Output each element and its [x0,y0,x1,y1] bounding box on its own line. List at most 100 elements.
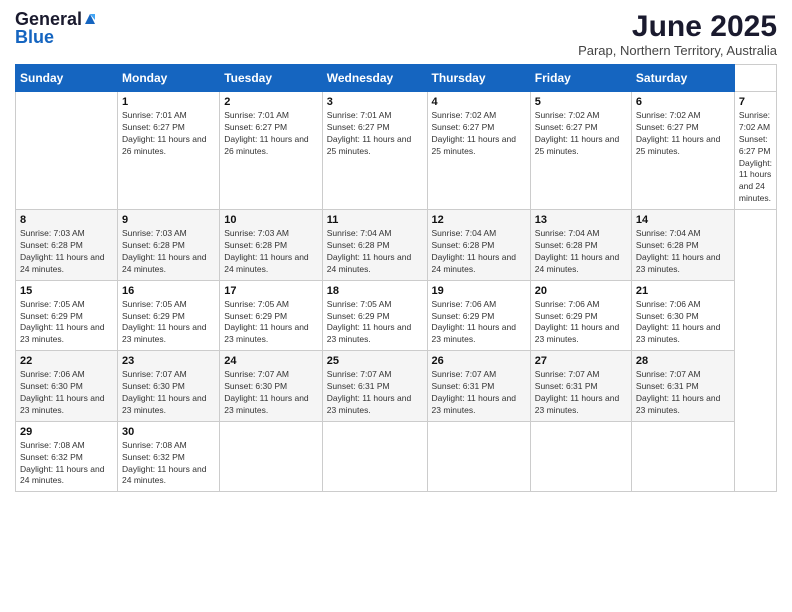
day-info: Sunrise: 7:03 AM Sunset: 6:28 PM Dayligh… [224,228,318,276]
logo: General Blue [15,10,97,46]
sunrise-text: Sunrise: 7:06 AM [432,299,497,309]
sunrise-text: Sunrise: 7:03 AM [20,228,85,238]
daylight-text: Daylight: 11 hours and 24 minutes. [122,464,206,486]
day-info: Sunrise: 7:05 AM Sunset: 6:29 PM Dayligh… [224,299,318,347]
day-number: 10 [224,214,318,226]
calendar-week-row: 22 Sunrise: 7:06 AM Sunset: 6:30 PM Dayl… [16,351,777,422]
sunset-text: Sunset: 6:30 PM [224,381,287,391]
col-sunday: Sunday [16,65,118,92]
table-row: 17 Sunrise: 7:05 AM Sunset: 6:29 PM Dayl… [220,280,323,351]
logo-icon [83,12,97,26]
table-row: 30 Sunrise: 7:08 AM Sunset: 6:32 PM Dayl… [118,421,220,492]
table-row: 11 Sunrise: 7:04 AM Sunset: 6:28 PM Dayl… [322,210,427,281]
day-info: Sunrise: 7:01 AM Sunset: 6:27 PM Dayligh… [122,110,215,158]
sunrise-text: Sunrise: 7:03 AM [122,228,187,238]
sunset-text: Sunset: 6:27 PM [535,122,598,132]
day-info: Sunrise: 7:06 AM Sunset: 6:30 PM Dayligh… [636,299,730,347]
day-info: Sunrise: 7:07 AM Sunset: 6:30 PM Dayligh… [224,369,318,417]
day-info: Sunrise: 7:03 AM Sunset: 6:28 PM Dayligh… [122,228,215,276]
day-info: Sunrise: 7:04 AM Sunset: 6:28 PM Dayligh… [432,228,526,276]
day-number: 17 [224,285,318,297]
table-row: 18 Sunrise: 7:05 AM Sunset: 6:29 PM Dayl… [322,280,427,351]
sunrise-text: Sunrise: 7:07 AM [122,369,187,379]
daylight-text: Daylight: 11 hours and 24 minutes. [20,464,104,486]
title-block: June 2025 Parap, Northern Territory, Aus… [578,10,777,58]
table-row: 25 Sunrise: 7:07 AM Sunset: 6:31 PM Dayl… [322,351,427,422]
sunrise-text: Sunrise: 7:01 AM [122,110,187,120]
day-info: Sunrise: 7:05 AM Sunset: 6:29 PM Dayligh… [20,299,113,347]
daylight-text: Daylight: 11 hours and 24 minutes. [432,252,516,274]
daylight-text: Daylight: 11 hours and 23 minutes. [535,322,619,344]
sunrise-text: Sunrise: 7:02 AM [739,110,770,132]
sunset-text: Sunset: 6:31 PM [327,381,390,391]
col-monday: Monday [118,65,220,92]
sunset-text: Sunset: 6:27 PM [327,122,390,132]
table-row [631,421,734,492]
day-number: 15 [20,285,113,297]
table-row: 19 Sunrise: 7:06 AM Sunset: 6:29 PM Dayl… [427,280,530,351]
sunset-text: Sunset: 6:29 PM [20,311,83,321]
col-tuesday: Tuesday [220,65,323,92]
day-info: Sunrise: 7:01 AM Sunset: 6:27 PM Dayligh… [224,110,318,158]
sunrise-text: Sunrise: 7:05 AM [122,299,187,309]
sunrise-text: Sunrise: 7:06 AM [636,299,701,309]
daylight-text: Daylight: 11 hours and 23 minutes. [432,322,516,344]
sunrise-text: Sunrise: 7:06 AM [20,369,85,379]
day-info: Sunrise: 7:07 AM Sunset: 6:31 PM Dayligh… [636,369,730,417]
day-number: 5 [535,96,627,108]
col-wednesday: Wednesday [322,65,427,92]
table-row: 16 Sunrise: 7:05 AM Sunset: 6:29 PM Dayl… [118,280,220,351]
table-row: 14 Sunrise: 7:04 AM Sunset: 6:28 PM Dayl… [631,210,734,281]
sunrise-text: Sunrise: 7:04 AM [432,228,497,238]
daylight-text: Daylight: 11 hours and 23 minutes. [327,393,411,415]
sunset-text: Sunset: 6:27 PM [432,122,495,132]
day-info: Sunrise: 7:06 AM Sunset: 6:30 PM Dayligh… [20,369,113,417]
sunrise-text: Sunrise: 7:06 AM [535,299,600,309]
day-number: 25 [327,355,423,367]
table-row: 24 Sunrise: 7:07 AM Sunset: 6:30 PM Dayl… [220,351,323,422]
daylight-text: Daylight: 11 hours and 24 minutes. [20,252,104,274]
sunset-text: Sunset: 6:30 PM [122,381,185,391]
day-info: Sunrise: 7:08 AM Sunset: 6:32 PM Dayligh… [20,440,113,488]
daylight-text: Daylight: 11 hours and 23 minutes. [224,322,308,344]
sunrise-text: Sunrise: 7:05 AM [224,299,289,309]
subtitle: Parap, Northern Territory, Australia [578,43,777,58]
daylight-text: Daylight: 11 hours and 23 minutes. [122,393,206,415]
sunrise-text: Sunrise: 7:08 AM [122,440,187,450]
day-number: 9 [122,214,215,226]
table-row: 21 Sunrise: 7:06 AM Sunset: 6:30 PM Dayl… [631,280,734,351]
daylight-text: Daylight: 11 hours and 25 minutes. [327,134,411,156]
day-info: Sunrise: 7:02 AM Sunset: 6:27 PM Dayligh… [739,110,772,205]
day-number: 23 [122,355,215,367]
table-row: 10 Sunrise: 7:03 AM Sunset: 6:28 PM Dayl… [220,210,323,281]
day-number: 21 [636,285,730,297]
sunset-text: Sunset: 6:29 PM [432,311,495,321]
sunset-text: Sunset: 6:28 PM [122,240,185,250]
daylight-text: Daylight: 11 hours and 25 minutes. [432,134,516,156]
daylight-text: Daylight: 11 hours and 23 minutes. [20,393,104,415]
day-info: Sunrise: 7:06 AM Sunset: 6:29 PM Dayligh… [535,299,627,347]
daylight-text: Daylight: 11 hours and 26 minutes. [122,134,206,156]
calendar-week-row: 1 Sunrise: 7:01 AM Sunset: 6:27 PM Dayli… [16,92,777,210]
day-info: Sunrise: 7:05 AM Sunset: 6:29 PM Dayligh… [327,299,423,347]
sunset-text: Sunset: 6:28 PM [636,240,699,250]
sunset-text: Sunset: 6:29 PM [122,311,185,321]
table-row [427,421,530,492]
sunrise-text: Sunrise: 7:02 AM [432,110,497,120]
daylight-text: Daylight: 11 hours and 23 minutes. [636,322,720,344]
day-number: 20 [535,285,627,297]
table-row: 27 Sunrise: 7:07 AM Sunset: 6:31 PM Dayl… [530,351,631,422]
daylight-text: Daylight: 11 hours and 24 minutes. [327,252,411,274]
table-row: 20 Sunrise: 7:06 AM Sunset: 6:29 PM Dayl… [530,280,631,351]
day-info: Sunrise: 7:07 AM Sunset: 6:31 PM Dayligh… [535,369,627,417]
day-number: 6 [636,96,730,108]
col-saturday: Saturday [631,65,734,92]
table-row: 29 Sunrise: 7:08 AM Sunset: 6:32 PM Dayl… [16,421,118,492]
daylight-text: Daylight: 11 hours and 26 minutes. [224,134,308,156]
col-thursday: Thursday [427,65,530,92]
day-number: 24 [224,355,318,367]
day-number: 7 [739,96,772,108]
table-row: 1 Sunrise: 7:01 AM Sunset: 6:27 PM Dayli… [118,92,220,210]
table-row: 8 Sunrise: 7:03 AM Sunset: 6:28 PM Dayli… [16,210,118,281]
sunset-text: Sunset: 6:30 PM [20,381,83,391]
